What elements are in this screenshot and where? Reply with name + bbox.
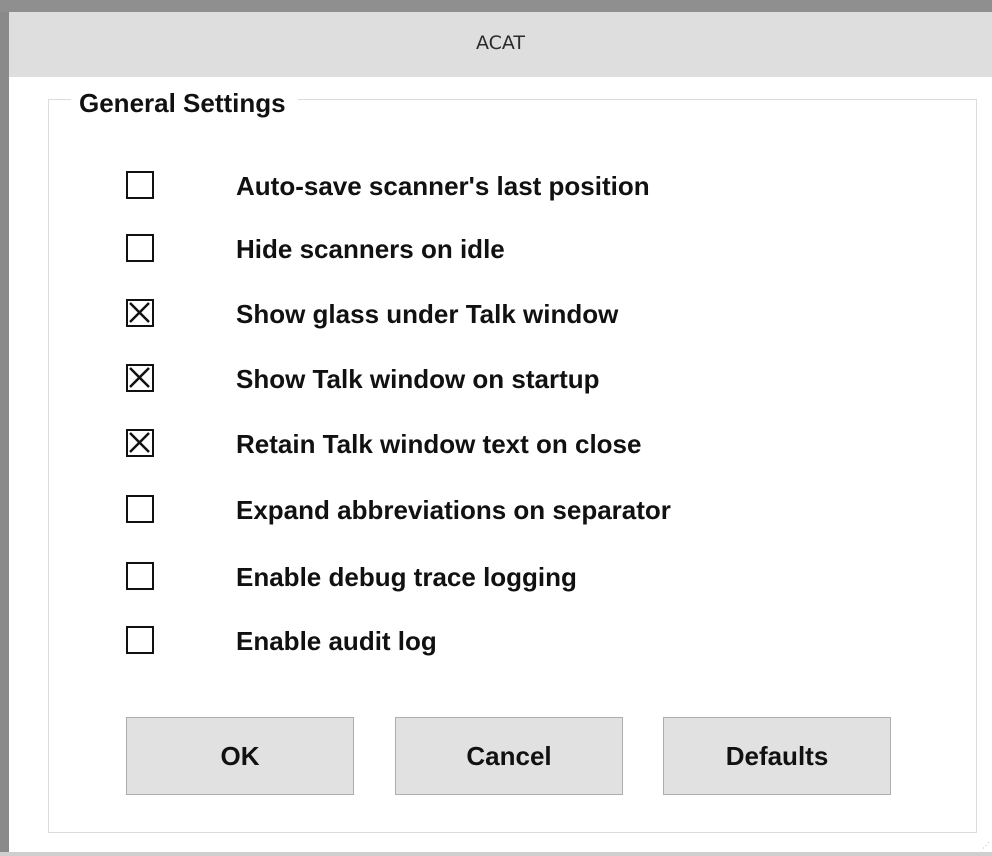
window-frame-bottom	[0, 852, 992, 856]
window-frame-top	[0, 0, 992, 12]
cancel-button[interactable]: Cancel	[395, 717, 623, 795]
retain-talk-window-text-checkbox[interactable]	[126, 429, 154, 457]
enable-debug-trace-logging-checkbox[interactable]	[126, 562, 154, 590]
option-show-talk-window-on-startup[interactable]: Show Talk window on startup	[123, 360, 883, 400]
expand-abbreviations-checkbox[interactable]	[126, 495, 154, 523]
hide-scanners-on-idle-label: Hide scanners on idle	[236, 234, 505, 264]
option-retain-talk-window-text[interactable]: Retain Talk window text on close	[123, 425, 883, 465]
general-settings-title: General Settings	[71, 89, 298, 117]
acat-settings-window: ACAT General Settings Auto-save scanner'…	[0, 0, 992, 856]
title-bar[interactable]: ACAT	[9, 12, 992, 77]
enable-audit-log-checkbox[interactable]	[126, 626, 154, 654]
window-frame-left	[0, 0, 9, 856]
dialog-content: General Settings Auto-save scanner's las…	[9, 77, 992, 852]
retain-talk-window-text-label: Retain Talk window text on close	[236, 429, 642, 459]
expand-abbreviations-label: Expand abbreviations on separator	[236, 495, 671, 525]
enable-audit-log-label: Enable audit log	[236, 626, 437, 656]
show-glass-under-talk-window-label: Show glass under Talk window	[236, 299, 619, 329]
window-title: ACAT	[475, 32, 526, 54]
ok-button[interactable]: OK	[126, 717, 354, 795]
option-auto-save-scanner-position[interactable]: Auto-save scanner's last position	[123, 167, 883, 207]
checkmark-x-icon	[129, 432, 150, 453]
option-expand-abbreviations[interactable]: Expand abbreviations on separator	[123, 491, 883, 531]
resize-grip-icon[interactable]: ⋰	[982, 842, 990, 850]
show-talk-window-on-startup-checkbox[interactable]	[126, 364, 154, 392]
option-hide-scanners-on-idle[interactable]: Hide scanners on idle	[123, 230, 883, 270]
hide-scanners-on-idle-checkbox[interactable]	[126, 234, 154, 262]
show-glass-under-talk-window-checkbox[interactable]	[126, 299, 154, 327]
checkmark-x-icon	[129, 302, 150, 323]
option-show-glass-under-talk-window[interactable]: Show glass under Talk window	[123, 295, 883, 335]
show-talk-window-on-startup-label: Show Talk window on startup	[236, 364, 600, 394]
defaults-button[interactable]: Defaults	[663, 717, 891, 795]
option-enable-debug-trace-logging[interactable]: Enable debug trace logging	[123, 558, 883, 598]
checkmark-x-icon	[129, 367, 150, 388]
auto-save-scanner-position-checkbox[interactable]	[126, 171, 154, 199]
option-enable-audit-log[interactable]: Enable audit log	[123, 622, 883, 662]
auto-save-scanner-position-label: Auto-save scanner's last position	[236, 171, 650, 201]
enable-debug-trace-logging-label: Enable debug trace logging	[236, 562, 577, 592]
